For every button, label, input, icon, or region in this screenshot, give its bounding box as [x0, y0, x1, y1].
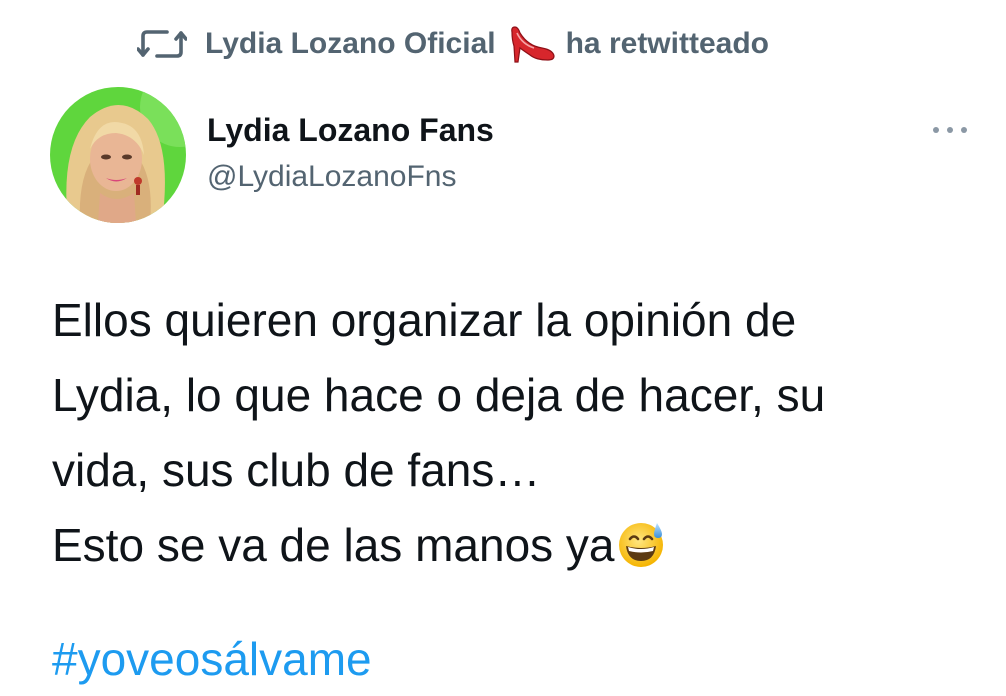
tweet-line-text: Esto se va de las manos ya: [52, 519, 615, 571]
retweet-icon: [137, 27, 187, 61]
retweet-context[interactable]: Lydia Lozano Oficial ha retwitteado: [137, 22, 769, 66]
tweet-line: Lydia, lo que hace o deja de hacer, su: [52, 369, 826, 421]
retweet-action-text: ha retwitteado: [565, 27, 769, 60]
tweet-line-last: Esto se va de las manos ya: [52, 508, 972, 583]
avatar[interactable]: [50, 87, 186, 223]
hashtag-link[interactable]: #yoveosálvame: [52, 622, 372, 696]
retweeter-name[interactable]: Lydia Lozano Oficial: [205, 27, 496, 61]
more-horizontal-icon: [932, 121, 968, 139]
author-block[interactable]: Lydia Lozano Fans @LydiaLozanoFns: [207, 108, 494, 199]
more-options-button[interactable]: [930, 118, 970, 142]
tweet-line: Ellos quieren organizar la opinión de: [52, 294, 797, 346]
author-display-name[interactable]: Lydia Lozano Fans: [207, 108, 494, 152]
high-heel-icon: [508, 24, 556, 64]
tweet-line: vida, sus club de fans…: [52, 444, 541, 496]
author-handle[interactable]: @LydiaLozanoFns: [207, 155, 494, 199]
grinning-sweat-emoji-icon: [616, 516, 666, 567]
tweet-text: Ellos quieren organizar la opinión de Ly…: [52, 283, 972, 583]
